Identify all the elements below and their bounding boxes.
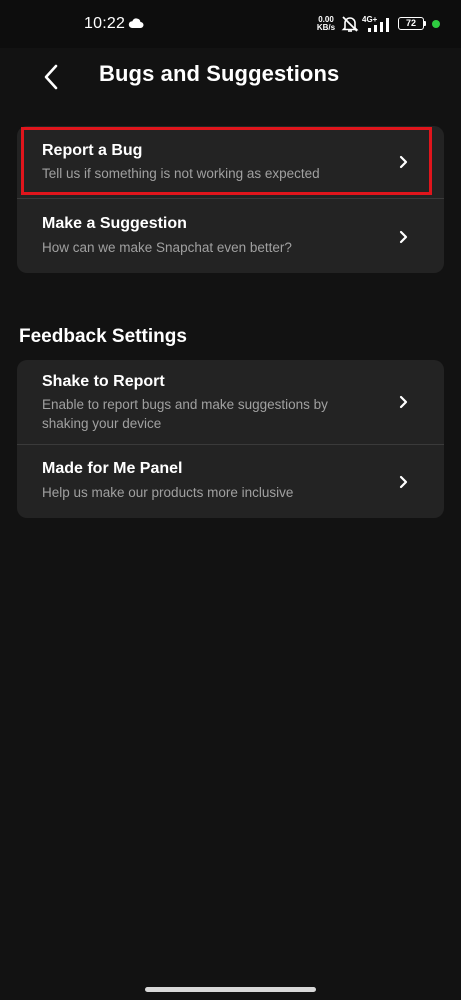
made-for-me-panel-row[interactable]: Made for Me Panel Help us make our produ… bbox=[17, 445, 444, 518]
row-title: Shake to Report bbox=[42, 373, 165, 390]
status-dot bbox=[432, 20, 440, 28]
settings-card: Shake to Report Enable to report bugs an… bbox=[17, 360, 444, 518]
section-title: Feedback Settings bbox=[19, 326, 187, 347]
net-speed-unit: KB/s bbox=[316, 23, 336, 32]
row-subtitle: Enable to report bugs and make suggestio… bbox=[42, 397, 328, 431]
row-title: Made for Me Panel bbox=[42, 460, 183, 477]
row-title: Report a Bug bbox=[42, 142, 143, 159]
row-subtitle: How can we make Snapchat even better? bbox=[42, 240, 292, 255]
net-speed: 0.00 KB/s bbox=[314, 16, 338, 32]
make-suggestion-row[interactable]: Make a Suggestion How can we make Snapch… bbox=[17, 199, 444, 273]
chevron-right-icon bbox=[399, 475, 408, 489]
page-title: Bugs and Suggestions bbox=[99, 61, 340, 86]
back-button[interactable] bbox=[36, 60, 66, 94]
battery-tip bbox=[424, 21, 426, 26]
row-subtitle: Tell us if something is not working as e… bbox=[42, 166, 320, 181]
status-bar: 10:22 0.00 KB/s 4G+ 72 bbox=[0, 0, 461, 48]
back-arrow-icon bbox=[44, 64, 58, 90]
feedback-card: Report a Bug Tell us if something is not… bbox=[17, 126, 444, 273]
shake-to-report-row[interactable]: Shake to Report Enable to report bugs an… bbox=[17, 360, 444, 444]
row-subtitle: Help us make our products more inclusive bbox=[42, 485, 294, 500]
home-indicator[interactable] bbox=[145, 987, 316, 992]
battery-icon: 72 bbox=[398, 17, 424, 30]
cloud-icon bbox=[128, 18, 144, 28]
report-bug-row[interactable]: Report a Bug Tell us if something is not… bbox=[17, 126, 444, 198]
status-time: 10:22 bbox=[84, 15, 126, 32]
chevron-right-icon bbox=[399, 230, 408, 244]
chevron-right-icon bbox=[399, 155, 408, 169]
signal-icon bbox=[368, 18, 389, 32]
row-title: Make a Suggestion bbox=[42, 215, 187, 232]
mute-icon bbox=[341, 16, 359, 32]
chevron-right-icon bbox=[399, 395, 408, 409]
